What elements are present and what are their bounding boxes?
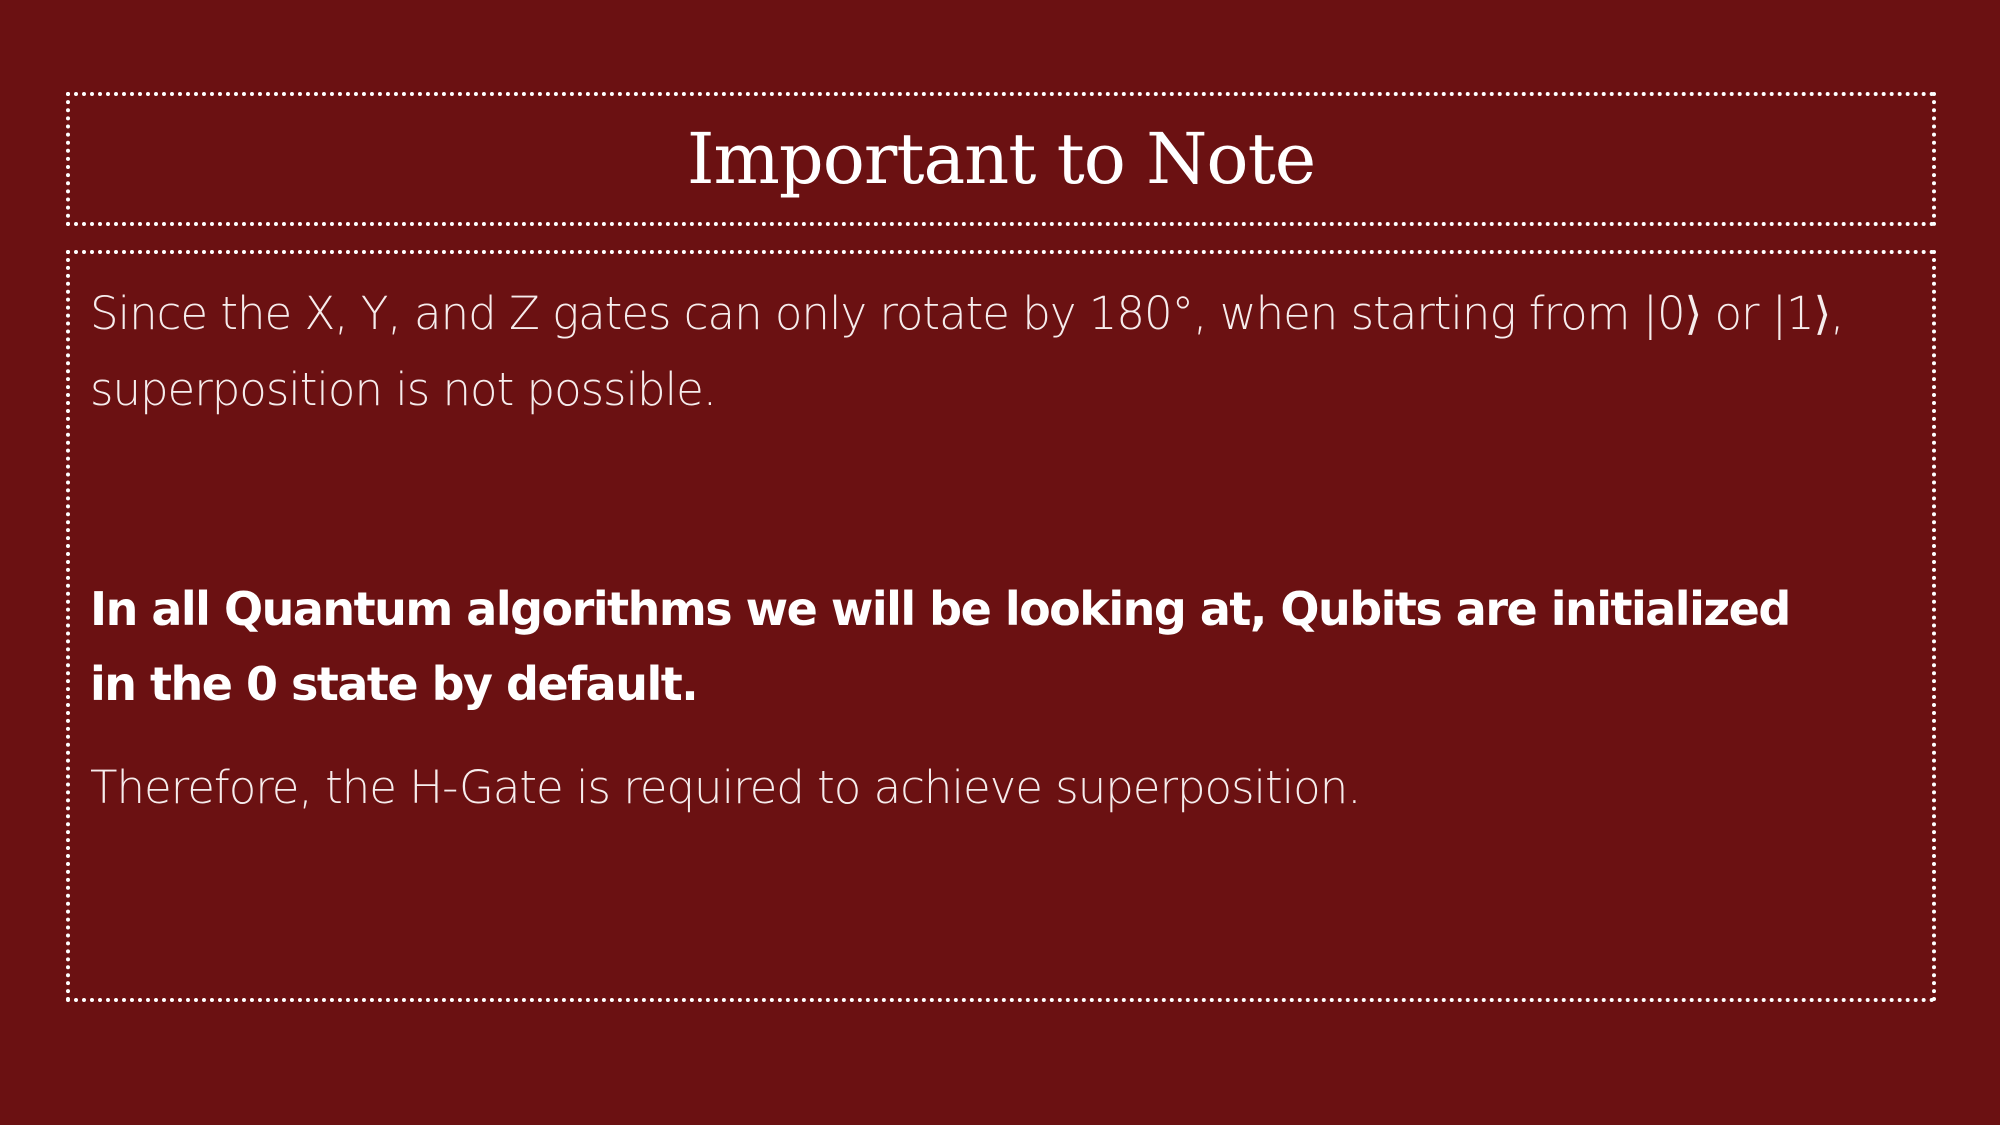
slide-content: Since the X, Y, and Z gates can only rot… — [90, 276, 1910, 826]
content-box: Since the X, Y, and Z gates can only rot… — [66, 250, 1936, 1002]
paragraph-gates-rotation: Since the X, Y, and Z gates can only rot… — [90, 287, 1844, 416]
title-box: Important to Note — [66, 92, 1936, 226]
paragraph-qubits-initialized: In all Quantum algorithms we will be loo… — [90, 582, 1791, 711]
paragraph-h-gate: Therefore, the H-Gate is required to ach… — [90, 761, 1362, 814]
slide-title: Important to Note — [686, 118, 1316, 200]
